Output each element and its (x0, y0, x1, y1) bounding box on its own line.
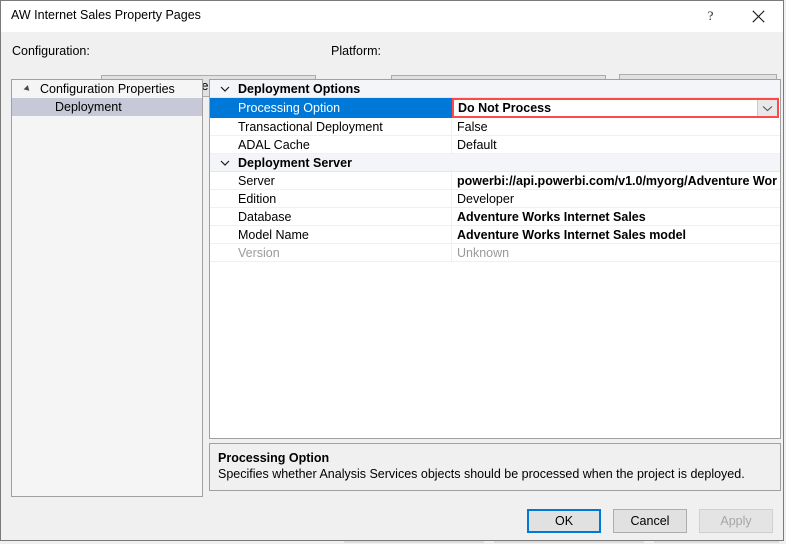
grid-row-value: Unknown (457, 246, 510, 260)
description-text: Specifies whether Analysis Services obje… (218, 467, 745, 481)
grid-row-version: Version Unknown (210, 244, 780, 262)
grid-row-name: Edition (238, 192, 277, 206)
grid-row-value: Adventure Works Internet Sales (457, 210, 646, 224)
description-title: Processing Option (218, 451, 330, 465)
processing-option-dropdown-editor[interactable]: Do Not Process (452, 98, 779, 118)
platform-label: Platform: (331, 44, 382, 58)
column-splitter (451, 244, 452, 262)
column-splitter (451, 226, 452, 244)
grid-row-server[interactable]: Server powerbi://api.powerbi.com/v1.0/my… (210, 172, 780, 190)
title-bar: AW Internet Sales Property Pages ? (1, 1, 783, 32)
chevron-down-icon[interactable] (218, 80, 232, 98)
column-splitter (451, 136, 452, 154)
property-grid[interactable]: Deployment Options Processing Option Do … (209, 79, 781, 439)
processing-option-value: Do Not Process (458, 101, 552, 115)
tree-node-configuration-properties[interactable]: Configuration Properties (12, 80, 202, 98)
grid-row-value: Adventure Works Internet Sales model (457, 228, 686, 242)
grid-row-name: Model Name (238, 228, 309, 242)
grid-row-value: Developer (457, 192, 514, 206)
grid-row-adal-cache[interactable]: ADAL Cache Default (210, 136, 780, 154)
grid-row-value: Default (457, 138, 497, 152)
apply-button: Apply (699, 509, 773, 533)
svg-text:?: ? (708, 9, 714, 23)
description-pane: Processing Option Specifies whether Anal… (209, 443, 781, 491)
chevron-down-icon[interactable] (757, 100, 777, 116)
grid-row-processing-option[interactable]: Processing Option Do Not Process (210, 98, 780, 118)
question-mark-icon: ? (704, 9, 717, 23)
tree-node-deployment[interactable]: Deployment (12, 98, 202, 116)
grid-row-value: False (457, 120, 488, 134)
expander-arrow-icon[interactable] (23, 85, 32, 93)
configuration-bar: Configuration: Active(Development) Platf… (1, 32, 783, 98)
cancel-button[interactable]: Cancel (613, 509, 687, 533)
grid-row-model-name[interactable]: Model Name Adventure Works Internet Sale… (210, 226, 780, 244)
grid-category-deployment-options[interactable]: Deployment Options (210, 80, 780, 98)
column-splitter (451, 208, 452, 226)
configuration-properties-tree[interactable]: Configuration Properties Deployment (11, 79, 203, 497)
grid-row-name: Processing Option (210, 98, 452, 118)
grid-row-database[interactable]: Database Adventure Works Internet Sales (210, 208, 780, 226)
grid-row-name: ADAL Cache (238, 138, 310, 152)
property-pages-dialog: AW Internet Sales Property Pages ? Confi… (0, 0, 784, 541)
grid-category-deployment-server[interactable]: Deployment Server (210, 154, 780, 172)
column-splitter (451, 190, 452, 208)
grid-row-value: powerbi://api.powerbi.com/v1.0/myorg/Adv… (457, 174, 777, 188)
grid-category-label: Deployment Options (238, 82, 361, 96)
grid-category-label: Deployment Server (238, 156, 352, 170)
grid-row-name: Transactional Deployment (238, 120, 383, 134)
grid-row-edition[interactable]: Edition Developer (210, 190, 780, 208)
chevron-down-icon[interactable] (218, 154, 232, 172)
grid-row-name: Server (238, 174, 275, 188)
close-icon (752, 9, 765, 23)
column-splitter (451, 172, 452, 190)
grid-row-name: Database (238, 210, 292, 224)
tree-item-label: Deployment (55, 100, 122, 114)
configuration-label: Configuration: (12, 44, 90, 58)
tree-root-label: Configuration Properties (40, 82, 175, 96)
ok-button[interactable]: OK (527, 509, 601, 533)
grid-row-transactional-deployment[interactable]: Transactional Deployment False (210, 118, 780, 136)
column-splitter (451, 118, 452, 136)
close-button[interactable] (736, 1, 781, 31)
window-title: AW Internet Sales Property Pages (11, 8, 201, 22)
grid-row-name: Version (238, 246, 280, 260)
help-button[interactable]: ? (688, 1, 733, 31)
